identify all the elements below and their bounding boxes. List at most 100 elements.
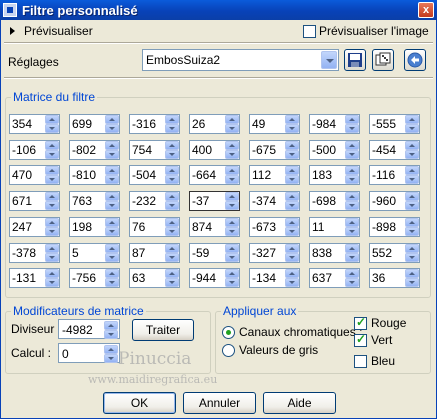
spin-up-icon[interactable] bbox=[345, 244, 359, 253]
randomize-button[interactable] bbox=[372, 49, 394, 71]
matrix-cell[interactable]: -374 bbox=[249, 191, 300, 211]
matrix-cell[interactable]: 49 bbox=[249, 114, 300, 134]
matrix-cell-spinner[interactable] bbox=[285, 244, 299, 262]
matrix-cell[interactable]: 11 bbox=[309, 217, 360, 237]
bias-field[interactable]: 0 bbox=[58, 343, 120, 363]
spin-down-icon[interactable] bbox=[104, 354, 118, 363]
matrix-cell[interactable]: -664 bbox=[189, 165, 240, 185]
matrix-cell[interactable]: -316 bbox=[129, 114, 180, 134]
spin-up-icon[interactable] bbox=[225, 115, 239, 124]
spin-up-icon[interactable] bbox=[225, 141, 239, 150]
matrix-cell-spinner[interactable] bbox=[45, 166, 59, 184]
spin-up-icon[interactable] bbox=[165, 218, 179, 227]
matrix-cell[interactable]: 874 bbox=[189, 217, 240, 237]
spin-up-icon[interactable] bbox=[45, 269, 59, 278]
spin-down-icon[interactable] bbox=[105, 278, 119, 287]
spin-up-icon[interactable] bbox=[285, 218, 299, 227]
matrix-cell-spinner[interactable] bbox=[345, 115, 359, 133]
channels-option[interactable]: Canaux chromatiques : bbox=[222, 325, 362, 339]
matrix-cell[interactable]: 763 bbox=[69, 191, 120, 211]
spin-down-icon[interactable] bbox=[165, 175, 179, 184]
close-button[interactable]: x bbox=[418, 2, 434, 18]
spin-down-icon[interactable] bbox=[405, 175, 419, 184]
spin-down-icon[interactable] bbox=[225, 124, 239, 133]
spin-up-icon[interactable] bbox=[105, 269, 119, 278]
matrix-cell-spinner[interactable] bbox=[285, 269, 299, 287]
spin-up-icon[interactable] bbox=[285, 192, 299, 201]
matrix-cell[interactable]: -555 bbox=[369, 114, 420, 134]
matrix-cell[interactable]: 183 bbox=[309, 165, 360, 185]
matrix-cell-spinner[interactable] bbox=[405, 269, 419, 287]
matrix-cell[interactable]: -802 bbox=[69, 140, 120, 160]
spin-down-icon[interactable] bbox=[345, 150, 359, 159]
green-option[interactable]: Vert bbox=[354, 332, 392, 347]
matrix-cell-spinner[interactable] bbox=[45, 269, 59, 287]
matrix-cell[interactable]: -810 bbox=[69, 165, 120, 185]
matrix-cell-spinner[interactable] bbox=[105, 192, 119, 210]
compute-button[interactable]: Traiter bbox=[132, 319, 194, 341]
spin-down-icon[interactable] bbox=[165, 227, 179, 236]
divisor-spinner[interactable] bbox=[104, 321, 118, 339]
matrix-cell[interactable]: 671 bbox=[9, 191, 60, 211]
matrix-cell-spinner[interactable] bbox=[105, 166, 119, 184]
matrix-cell[interactable]: 400 bbox=[189, 140, 240, 160]
matrix-cell[interactable]: -960 bbox=[369, 191, 420, 211]
spin-down-icon[interactable] bbox=[345, 227, 359, 236]
spin-up-icon[interactable] bbox=[105, 244, 119, 253]
matrix-cell-spinner[interactable] bbox=[225, 141, 239, 159]
spin-down-icon[interactable] bbox=[165, 150, 179, 159]
matrix-cell-spinner[interactable] bbox=[165, 269, 179, 287]
matrix-cell[interactable]: -232 bbox=[129, 191, 180, 211]
matrix-cell-spinner[interactable] bbox=[345, 269, 359, 287]
matrix-cell-spinner[interactable] bbox=[165, 141, 179, 159]
spin-down-icon[interactable] bbox=[225, 175, 239, 184]
bias-spinner[interactable] bbox=[104, 345, 118, 363]
spin-down-icon[interactable] bbox=[345, 253, 359, 262]
help-button[interactable]: Aide bbox=[263, 392, 336, 414]
spin-down-icon[interactable] bbox=[225, 201, 239, 210]
matrix-cell-spinner[interactable] bbox=[405, 141, 419, 159]
spin-down-icon[interactable] bbox=[45, 175, 59, 184]
matrix-cell[interactable]: -756 bbox=[69, 268, 120, 288]
spin-up-icon[interactable] bbox=[405, 244, 419, 253]
matrix-cell[interactable]: 699 bbox=[69, 114, 120, 134]
spin-down-icon[interactable] bbox=[345, 124, 359, 133]
matrix-cell-spinner[interactable] bbox=[45, 115, 59, 133]
spin-up-icon[interactable] bbox=[105, 218, 119, 227]
spin-down-icon[interactable] bbox=[105, 124, 119, 133]
reset-button[interactable] bbox=[404, 49, 426, 71]
spin-down-icon[interactable] bbox=[405, 201, 419, 210]
spin-down-icon[interactable] bbox=[285, 175, 299, 184]
matrix-cell[interactable]: 354 bbox=[9, 114, 60, 134]
matrix-cell-spinner[interactable] bbox=[105, 244, 119, 262]
blue-option[interactable]: Bleu bbox=[354, 354, 395, 368]
spin-down-icon[interactable] bbox=[105, 150, 119, 159]
matrix-cell[interactable]: -500 bbox=[309, 140, 360, 160]
matrix-cell-spinner[interactable] bbox=[105, 141, 119, 159]
matrix-cell-spinner[interactable] bbox=[285, 192, 299, 210]
matrix-cell[interactable]: -116 bbox=[369, 165, 420, 185]
grayscale-radio[interactable] bbox=[222, 343, 235, 357]
matrix-cell-spinner[interactable] bbox=[165, 192, 179, 210]
matrix-cell-spinner[interactable] bbox=[165, 244, 179, 262]
matrix-cell-spinner[interactable] bbox=[45, 192, 59, 210]
save-preset-button[interactable] bbox=[344, 49, 366, 71]
matrix-cell[interactable]: -131 bbox=[9, 268, 60, 288]
spin-down-icon[interactable] bbox=[225, 227, 239, 236]
spin-up-icon[interactable] bbox=[405, 166, 419, 175]
matrix-cell[interactable]: -675 bbox=[249, 140, 300, 160]
preview-image-checkbox[interactable] bbox=[303, 24, 316, 38]
matrix-cell-spinner[interactable] bbox=[225, 192, 239, 210]
matrix-cell[interactable]: 838 bbox=[309, 243, 360, 263]
matrix-cell[interactable]: -504 bbox=[129, 165, 180, 185]
matrix-cell-spinner[interactable] bbox=[345, 218, 359, 236]
matrix-cell[interactable]: -134 bbox=[249, 268, 300, 288]
expand-arrow-icon[interactable] bbox=[10, 27, 15, 35]
matrix-cell[interactable]: -37 bbox=[189, 191, 240, 211]
spin-up-icon[interactable] bbox=[105, 192, 119, 201]
matrix-cell-spinner[interactable] bbox=[345, 244, 359, 262]
spin-up-icon[interactable] bbox=[405, 192, 419, 201]
preset-select[interactable]: EmbosSuiza2 bbox=[142, 49, 339, 71]
spin-down-icon[interactable] bbox=[105, 253, 119, 262]
spin-down-icon[interactable] bbox=[45, 201, 59, 210]
